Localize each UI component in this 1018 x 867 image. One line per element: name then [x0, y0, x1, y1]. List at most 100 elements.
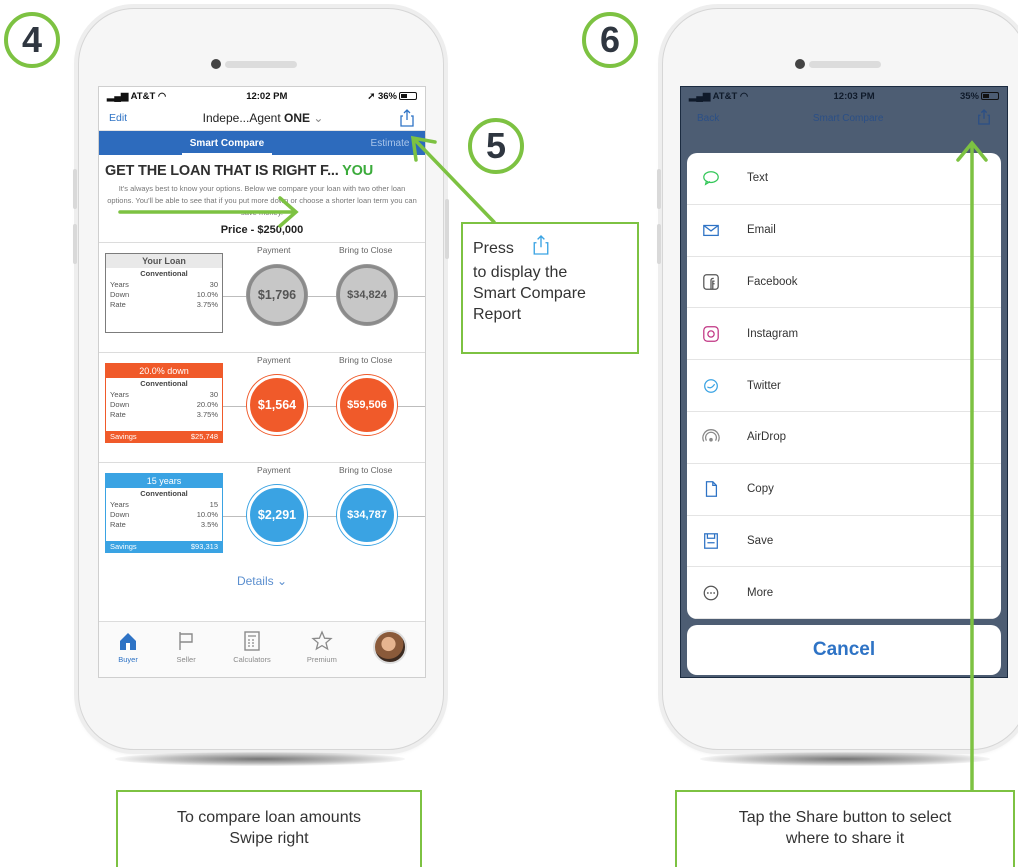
share-option-copy[interactable]: Copy	[687, 464, 1001, 516]
share-option-label: More	[747, 586, 774, 599]
page-headline: GET THE LOAN THAT IS RIGHT F... YOU	[99, 155, 425, 181]
tab-calculators[interactable]: Calculators	[233, 630, 271, 664]
headline-text: GET THE LOAN THAT IS RIGHT F...	[105, 163, 339, 179]
callout-line: to display the	[473, 264, 568, 281]
step-6-badge: 6	[582, 12, 638, 68]
more-icon	[701, 583, 721, 603]
share-option-twitter[interactable]: Twitter	[687, 360, 1001, 412]
payment-circle: $1,796	[247, 265, 307, 325]
payment-circle: $1,564	[247, 375, 307, 435]
share-option-instagram[interactable]: Instagram	[687, 308, 1001, 361]
share-option-label: Text	[747, 172, 769, 185]
share-icon[interactable]	[399, 108, 415, 127]
close-cost-circle: $34,787	[337, 485, 397, 545]
battery-percent: 36%	[377, 90, 397, 102]
bottom-tab-bar: Buyer Seller Calculators Premium	[99, 621, 425, 677]
share-option-label: Email	[747, 224, 776, 237]
back-button[interactable]: Back	[697, 113, 719, 124]
share-icon[interactable]	[977, 108, 991, 128]
loan-option-row[interactable]: 20.0% down Conventional Years 30 Down 20.0…	[99, 352, 425, 462]
loan-option-row[interactable]: Your Loan Conventional Years 30 Down 10.0%…	[99, 242, 425, 352]
headline-accent: YOU	[342, 163, 373, 179]
edit-button[interactable]: Edit	[109, 112, 127, 124]
swipe-callout: To compare loan amounts Swipe right	[116, 790, 422, 867]
loan-down-row: Down 10.0%	[110, 290, 218, 299]
share-sheet: Text Email Facebook Instagram Twitter AirDrop…	[687, 153, 1001, 619]
loan-years-row: Years 15	[110, 500, 218, 509]
share-option-email[interactable]: Email	[687, 205, 1001, 257]
left-phone-shadow	[115, 752, 405, 766]
loan-caption: 20.0% down	[106, 364, 222, 378]
clock: 12:03 PM	[833, 90, 875, 102]
twitter-icon	[701, 376, 721, 396]
share-option-airdrop[interactable]: AirDrop	[687, 412, 1001, 464]
battery-percent: 35%	[959, 90, 979, 102]
step-4-badge: 4	[4, 12, 60, 68]
loan-type: Conventional	[140, 379, 188, 388]
app-nav-bar: Back Smart Compare	[681, 105, 1007, 131]
clock: 12:02 PM	[246, 90, 288, 102]
share-option-label: Copy	[747, 483, 774, 496]
loan-rate-row: Rate 3.75%	[110, 300, 218, 309]
payment-label: Payment	[257, 245, 291, 255]
house-icon	[120, 633, 137, 650]
save-icon	[701, 531, 721, 551]
details-toggle[interactable]: Details ⌄	[99, 572, 425, 590]
avatar[interactable]	[372, 630, 407, 664]
agent-title[interactable]: Indepe...Agent ONE ⌄	[203, 111, 324, 125]
app-nav-bar: Edit Indepe...Agent ONE ⌄	[99, 105, 425, 131]
loan-savings: Savings $25,748	[106, 431, 222, 442]
share-option-label: Instagram	[747, 327, 799, 340]
chevron-down-icon: ⌄	[313, 110, 324, 125]
chevron-down-icon: ⌄	[276, 574, 288, 588]
share-callout: Tap the Share button to select where to …	[675, 790, 1015, 867]
loan-card[interactable]: 20.0% down Conventional Years 30 Down 20.0…	[105, 363, 223, 443]
loan-years-row: Years 30	[110, 390, 218, 399]
status-bar: ▂▄▆ AT&T ◠ 12:02 PM ➚ 36%	[99, 87, 425, 105]
signal-icon: ▂▄▆	[107, 90, 131, 102]
share-option-facebook[interactable]: Facebook	[687, 257, 1001, 309]
battery-icon	[981, 91, 999, 100]
copy-icon	[701, 479, 721, 499]
tab-premium[interactable]: Premium	[307, 630, 337, 664]
loan-card[interactable]: 15 years Conventional Years 15 Down 10.0% …	[105, 473, 223, 553]
press-share-callout: Press to display the Smart Compare Repor…	[461, 222, 639, 354]
tab-seller[interactable]: Seller	[175, 630, 197, 664]
left-screen: ▂▄▆ AT&T ◠ 12:02 PM ➚ 36% Edit Indepe...…	[98, 86, 426, 678]
loan-caption: Your Loan	[106, 254, 222, 268]
share-option-label: AirDrop	[747, 431, 786, 444]
airdrop-icon	[701, 427, 721, 447]
agent-brand: ONE	[284, 110, 311, 125]
loan-option-row[interactable]: 15 years Conventional Years 15 Down 10.0% …	[99, 462, 425, 572]
battery-icon	[398, 91, 417, 100]
star-icon	[311, 630, 333, 651]
facebook-icon	[701, 272, 721, 292]
signal-icon: ▂▄▆	[689, 90, 713, 102]
loan-down-row: Down 20.0%	[110, 400, 218, 409]
tab-estimate[interactable]: Estimate	[355, 138, 425, 149]
message-icon	[701, 168, 721, 188]
payment-label: Payment	[257, 465, 291, 475]
bring-to-close-label: Bring to Close	[339, 355, 393, 365]
loan-caption: 15 years	[106, 474, 222, 488]
loan-type: Conventional	[140, 489, 188, 498]
callout-line: where to share it	[785, 830, 905, 847]
tab-smart-compare[interactable]: Smart Compare	[99, 137, 355, 155]
loan-comparison-list[interactable]: Your Loan Conventional Years 30 Down 10.0%…	[99, 242, 425, 572]
sign-icon	[179, 632, 193, 650]
loan-card[interactable]: Your Loan Conventional Years 30 Down 10.0%…	[105, 253, 223, 333]
cancel-button[interactable]: Cancel	[687, 625, 1001, 675]
share-option-save[interactable]: Save	[687, 516, 1001, 568]
wifi-icon: ◠	[739, 90, 749, 102]
tab-buyer[interactable]: Buyer	[117, 630, 139, 664]
loan-rate-row: Rate 3.75%	[110, 410, 218, 419]
loan-savings: Savings $93,313	[106, 541, 222, 552]
mail-icon	[701, 220, 721, 240]
share-option-more[interactable]: More	[687, 567, 1001, 619]
close-cost-circle: $34,824	[337, 265, 397, 325]
wifi-icon: ◠	[157, 90, 167, 102]
share-option-text[interactable]: Text	[687, 153, 1001, 205]
callout-line: To compare loan amounts	[176, 809, 362, 826]
status-bar: ▂▄▆ AT&T ◠ 12:03 PM 35%	[681, 87, 1007, 105]
agent-name: Indepe...Agent	[202, 110, 281, 125]
